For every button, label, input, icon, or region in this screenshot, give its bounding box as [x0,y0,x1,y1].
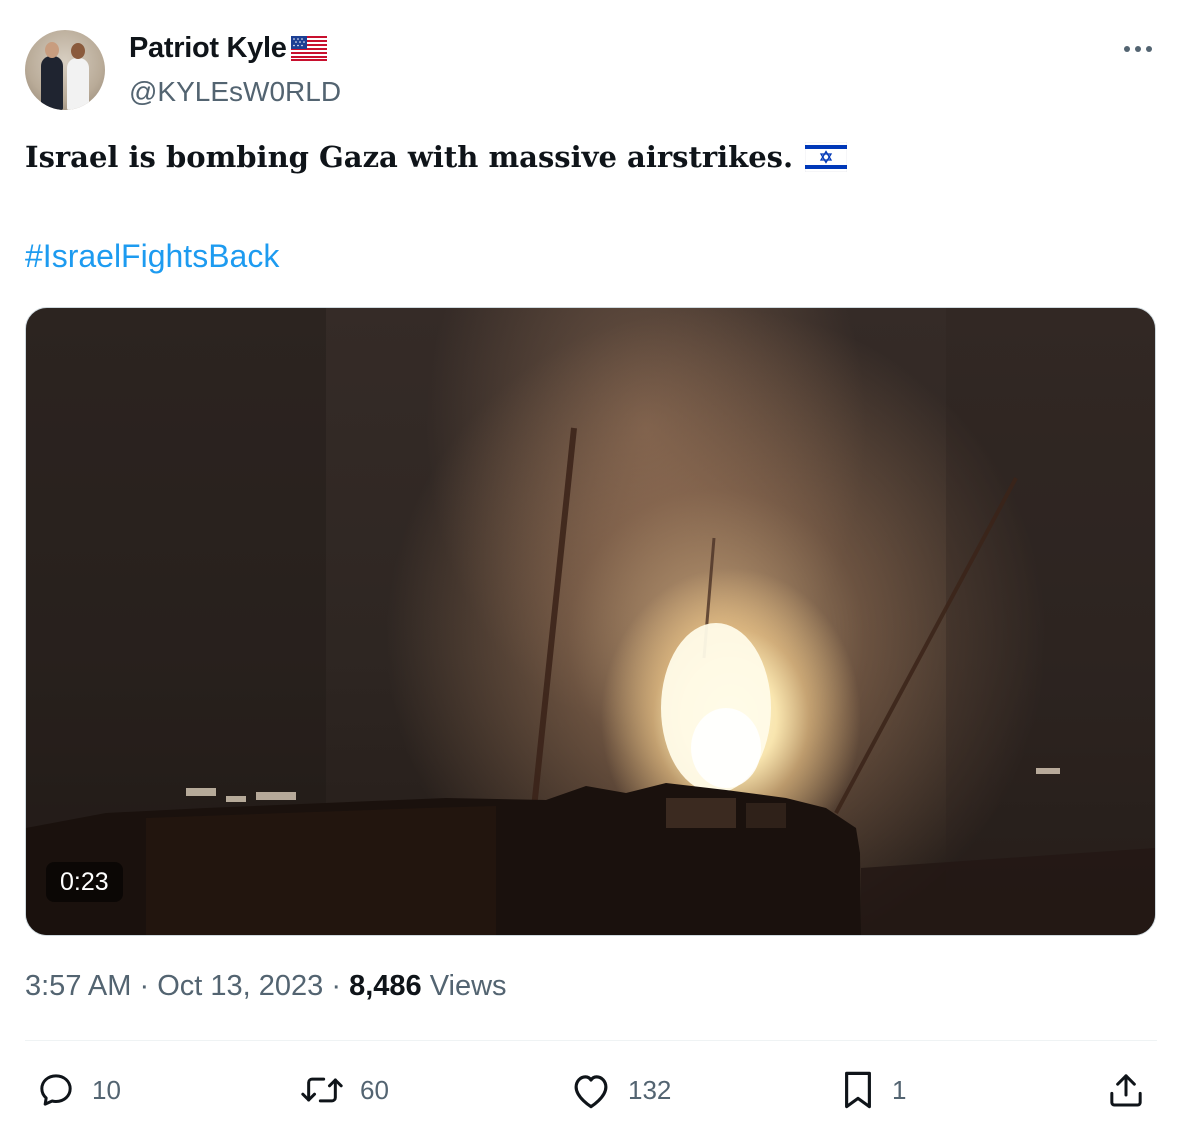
tweet-time[interactable]: 3:57 AM [25,970,131,1002]
avatar[interactable] [25,30,105,110]
avatar-head-right [71,43,85,59]
share-button[interactable] [1106,1068,1146,1112]
divider [25,1040,1157,1041]
reply-icon [40,1074,72,1106]
like-count: 132 [628,1074,672,1105]
tweet-date[interactable]: Oct 13, 2023 [157,970,323,1002]
author-display-name[interactable]: Patriot Kyle [129,32,327,65]
like-icon [574,1075,608,1109]
israel-flag-icon [805,142,848,172]
tweet-meta: 3:57 AM · Oct 13, 2023 · 8,486 Views [25,970,507,1003]
us-flag-icon [290,36,327,61]
meta-separator: · [139,970,150,1002]
retweet-button[interactable]: 60 [300,1068,389,1112]
views-count: 8,486 [349,970,422,1002]
reply-count: 10 [92,1074,121,1105]
meta-separator: · [331,970,341,1002]
avatar-head-left [45,42,59,58]
more-icon [1124,46,1152,52]
tweet-text: Israel is bombing Gaza with massive airs… [25,140,848,174]
video-duration-badge: 0:23 [46,862,123,902]
avatar-figure-left [41,56,63,110]
hashtag-link[interactable]: #IsraelFightsBack [25,238,279,275]
bookmark-icon [845,1071,871,1109]
video-player[interactable]: 0:23 [25,307,1156,936]
author-handle[interactable]: @KYLEsW0RLD [129,76,341,108]
share-icon [1110,1074,1142,1107]
avatar-figure-right [67,58,89,110]
retweet-count: 60 [360,1074,389,1105]
author-name-text: Patriot Kyle [129,32,287,64]
tweet-text-content: Israel is bombing Gaza with massive airs… [25,140,794,174]
reply-button[interactable]: 10 [36,1068,121,1112]
more-options-button[interactable] [1118,32,1158,66]
retweet-icon [301,1077,343,1103]
like-button[interactable]: 132 [570,1068,671,1112]
views-label: Views [429,970,507,1002]
bookmark-count: 1 [892,1074,907,1105]
bookmark-button[interactable]: 1 [840,1068,906,1112]
video-frame [26,308,1155,935]
